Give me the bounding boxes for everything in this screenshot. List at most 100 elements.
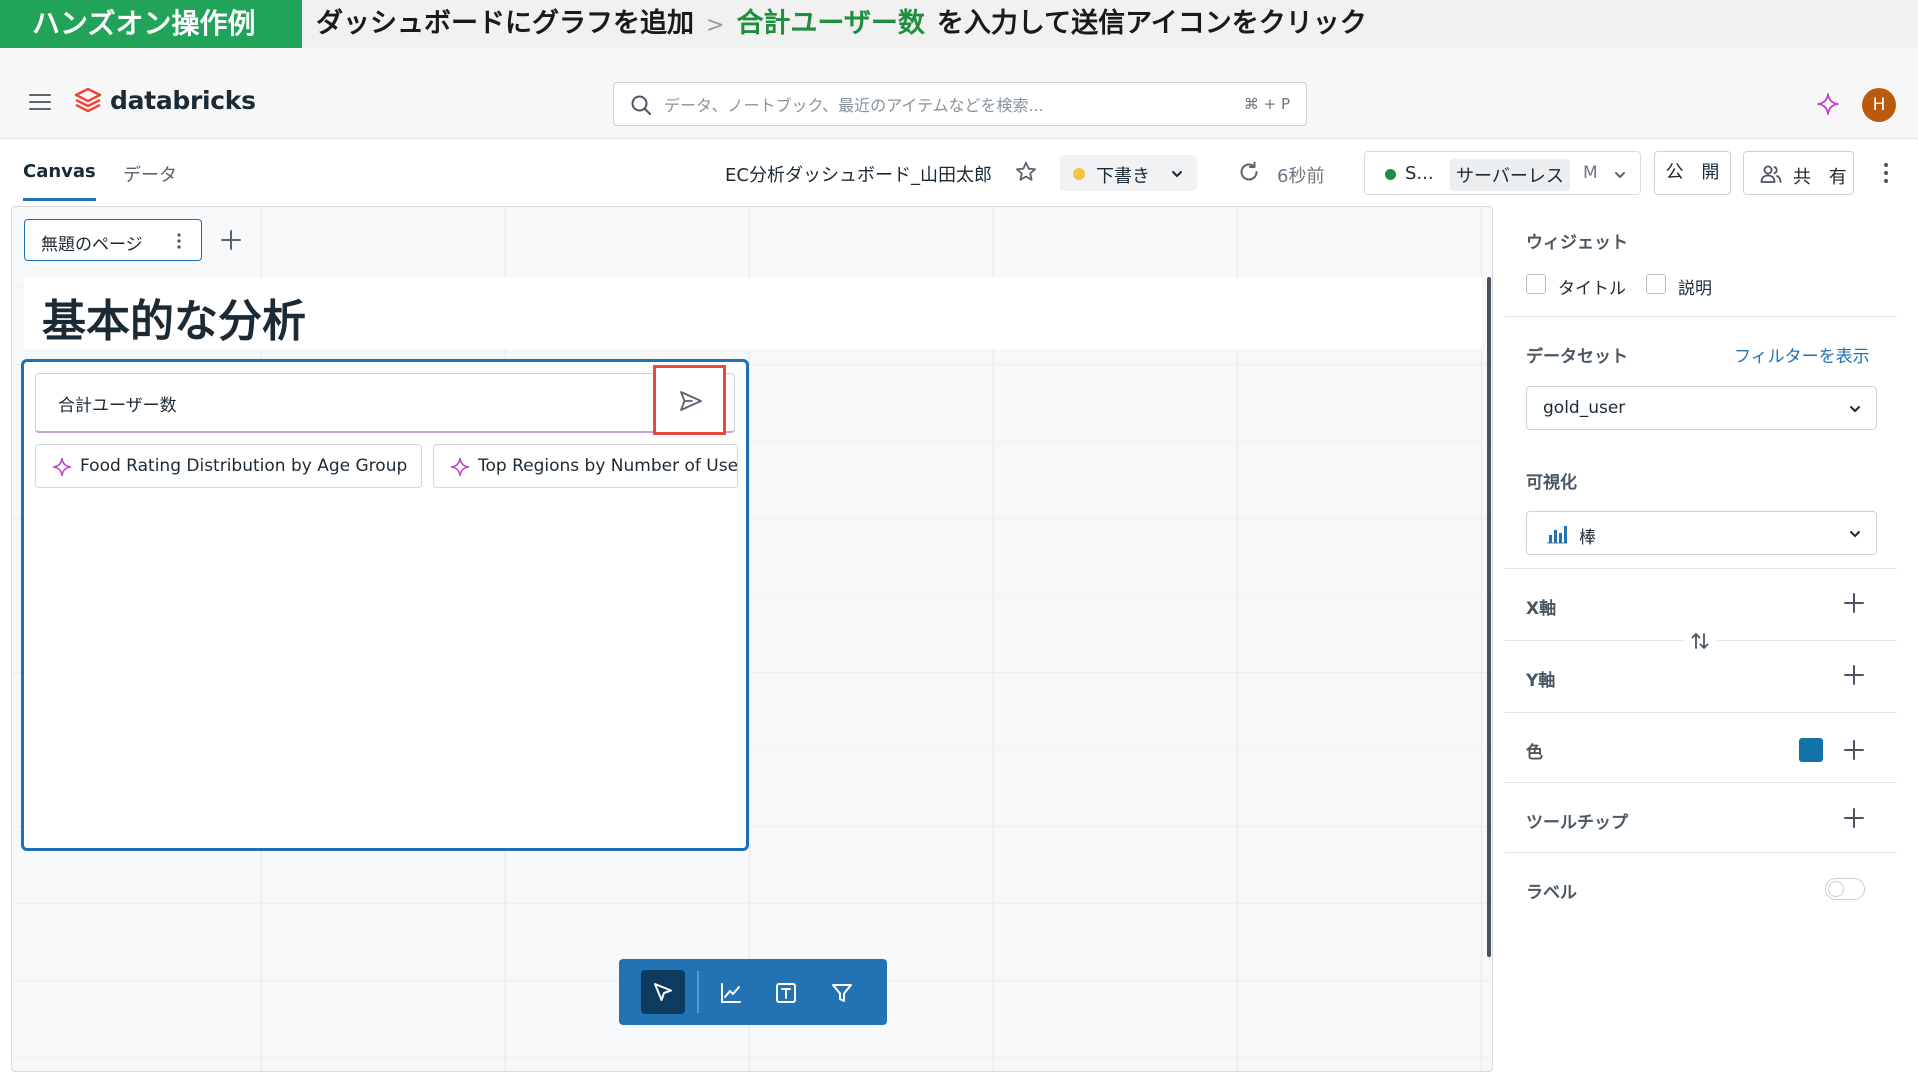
databricks-logo-icon: [74, 86, 102, 116]
sparkle-icon: [52, 457, 72, 477]
tab-data[interactable]: データ: [123, 161, 177, 201]
banner-instruction: ダッシュボードにグラフを追加 > 合計ユーザー数 を入力して送信アイコンをクリック: [316, 0, 1367, 48]
divider: [1505, 316, 1897, 317]
user-avatar[interactable]: H: [1862, 88, 1896, 122]
swap-axes-icon[interactable]: [1689, 630, 1711, 652]
search-icon: [630, 94, 652, 116]
compute-selector[interactable]: S... サーバーレス M: [1364, 151, 1641, 195]
add-page-icon[interactable]: [220, 229, 242, 251]
canvas-tools-toolbar: [619, 959, 887, 1025]
banner-action: を入力して送信アイコンをクリック: [936, 8, 1367, 39]
chevron-down-icon: [1848, 402, 1862, 416]
banner-badge: ハンズオン操作例: [0, 0, 302, 48]
visualization-value: 棒: [1579, 528, 1596, 548]
title-checkbox-label: タイトル: [1558, 279, 1626, 299]
ai-chart-widget[interactable]: Food Rating Distribution by Age Group To…: [21, 359, 749, 851]
widget-section-title: ウィジェット: [1526, 233, 1628, 253]
canvas-heading: 基本的な分析: [42, 296, 306, 347]
prompt-box[interactable]: [35, 373, 735, 433]
compute-type-badge: サーバーレス: [1450, 159, 1570, 191]
dashboard-toolbar: Canvas データ EC分析ダッシュボード_山田太郎 下書き 6秒前 S...…: [0, 138, 1918, 206]
share-button[interactable]: 共 有: [1743, 151, 1854, 195]
send-icon: [679, 390, 703, 412]
draft-status-dot: [1073, 168, 1085, 180]
draft-status-label: 下書き: [1096, 166, 1150, 187]
add-x-axis-icon[interactable]: [1843, 592, 1865, 614]
page-menu-icon[interactable]: [175, 232, 183, 250]
banner-separator: >: [706, 13, 725, 38]
divider: [1505, 852, 1897, 853]
dataset-select[interactable]: gold_user: [1526, 386, 1877, 430]
instruction-banner: ハンズオン操作例 ダッシュボードにグラフを追加 > 合計ユーザー数 を入力して送信アイ…: [0, 0, 1918, 48]
text-box-icon[interactable]: [774, 981, 798, 1005]
chevron-down-icon: [1848, 527, 1862, 541]
suggestion-label: Top Regions by Number of Users: [478, 456, 738, 476]
banner-highlight: 合計ユーザー数: [736, 8, 925, 39]
visualization-select[interactable]: 棒: [1526, 511, 1877, 555]
label-toggle[interactable]: [1825, 878, 1865, 900]
widget-config-panel: ウィジェット タイトル 説明 データセット フィルターを表示 gold_user…: [1505, 206, 1918, 1080]
divider: [1505, 782, 1897, 783]
add-tooltip-icon[interactable]: [1843, 807, 1865, 829]
dashboard-canvas[interactable]: 無題のページ 基本的な分析 Food Rating Distribution b…: [11, 206, 1493, 1072]
y-axis-label: Y軸: [1526, 671, 1556, 691]
color-label: 色: [1526, 743, 1543, 763]
compute-status-dot: [1385, 169, 1396, 180]
label-setting-label: ラベル: [1526, 883, 1577, 903]
page-tab[interactable]: 無題のページ: [24, 219, 202, 261]
publish-button[interactable]: 公 開: [1654, 151, 1731, 195]
canvas-scrollbar[interactable]: [1487, 277, 1491, 957]
page-tab-label: 無題のページ: [41, 235, 143, 255]
prompt-input[interactable]: [58, 390, 618, 416]
line-chart-icon[interactable]: [719, 981, 743, 1005]
toolbar-divider: [697, 971, 699, 1013]
divider: [1505, 712, 1897, 713]
divider: [1505, 568, 1897, 569]
cursor-icon: [654, 983, 672, 1001]
x-axis-label: X軸: [1526, 599, 1557, 619]
dataset-value: gold_user: [1543, 398, 1626, 418]
assistant-sparkle-icon[interactable]: [1816, 92, 1840, 116]
divider: [1717, 640, 1897, 641]
sparkle-icon: [450, 457, 470, 477]
chevron-down-icon: [1613, 168, 1627, 182]
last-refreshed-time: 6秒前: [1277, 166, 1325, 187]
add-color-icon[interactable]: [1843, 739, 1865, 761]
tooltip-label: ツールチップ: [1526, 813, 1628, 833]
banner-step: ダッシュボードにグラフを追加: [316, 8, 694, 39]
brand-name[interactable]: databricks: [110, 86, 256, 115]
canvas-heading-widget[interactable]: 基本的な分析: [24, 277, 1482, 349]
share-label: 共 有: [1793, 167, 1853, 188]
toggle-knob: [1828, 881, 1844, 897]
divider: [1505, 640, 1685, 641]
search-input[interactable]: [664, 91, 1164, 119]
suggestion-chip[interactable]: Top Regions by Number of Users: [433, 444, 738, 488]
title-checkbox[interactable]: [1526, 274, 1546, 294]
dataset-section-title: データセット: [1526, 347, 1628, 367]
send-button[interactable]: [653, 365, 726, 435]
global-search[interactable]: ⌘ + P: [613, 82, 1307, 126]
suggestion-label: Food Rating Distribution by Age Group: [80, 456, 408, 476]
users-icon: [1760, 164, 1782, 184]
dashboard-title[interactable]: EC分析ダッシュボード_山田太郎: [725, 161, 992, 187]
color-swatch[interactable]: [1799, 738, 1823, 762]
bar-chart-icon: [1545, 523, 1569, 545]
suggestion-chip[interactable]: Food Rating Distribution by Age Group: [35, 444, 422, 488]
add-y-axis-icon[interactable]: [1843, 664, 1865, 686]
hamburger-menu-icon[interactable]: [28, 92, 54, 112]
tab-canvas[interactable]: Canvas: [23, 161, 96, 201]
filter-icon[interactable]: [830, 981, 854, 1005]
refresh-icon[interactable]: [1237, 160, 1261, 184]
description-checkbox[interactable]: [1646, 274, 1666, 294]
favorite-star-icon[interactable]: [1014, 160, 1038, 184]
compute-name: S...: [1405, 163, 1434, 184]
description-checkbox-label: 説明: [1678, 279, 1712, 299]
top-nav: databricks ⌘ + P H: [0, 48, 1918, 138]
draft-status-dropdown[interactable]: 下書き: [1060, 155, 1197, 191]
show-filters-link[interactable]: フィルターを表示: [1734, 342, 1870, 367]
visualization-section-title: 可視化: [1526, 473, 1577, 493]
search-shortcut: ⌘ + P: [1243, 95, 1290, 113]
select-tool-button[interactable]: [641, 970, 685, 1014]
compute-size: M: [1583, 163, 1598, 183]
more-options-icon[interactable]: [1880, 161, 1892, 185]
